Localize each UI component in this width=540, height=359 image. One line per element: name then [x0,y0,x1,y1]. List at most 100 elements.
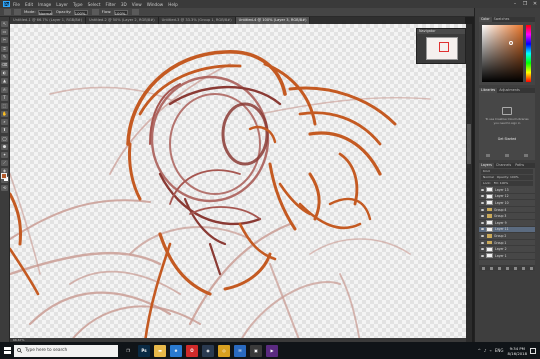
blend-mode-select[interactable]: Normal [483,175,494,179]
navigator-view-frame[interactable] [439,42,449,52]
tab-document-2[interactable]: Untitled-2 @ 50% (Layer 2, RGB/8#) [86,17,159,24]
link-layers-icon[interactable] [481,266,485,270]
lasso-tool-icon[interactable]: ✂ [1,37,8,44]
layer-row[interactable]: Group 3 [479,213,535,220]
mode-select[interactable]: Normal [37,9,53,16]
eraser-tool-icon[interactable]: ⌫ [1,61,8,68]
tab-color[interactable]: Color [479,17,492,22]
layer-style-icon[interactable] [489,266,493,270]
file-explorer-icon[interactable]: ▬ [154,344,166,357]
navigator-thumbnail[interactable] [426,37,458,60]
visibility-eye-icon[interactable] [481,195,484,198]
photoshop-icon[interactable]: Ps [138,344,150,357]
library-delete-icon[interactable] [523,153,528,157]
action-center-icon[interactable] [530,347,536,354]
menu-view[interactable]: View [132,2,142,7]
opacity-input[interactable]: 100% [73,9,88,16]
mail-icon[interactable]: ✉ [234,344,246,357]
brush-preset-icon[interactable] [4,9,11,15]
store-icon[interactable]: ▣ [250,344,262,357]
menu-filter[interactable]: Filter [105,2,115,7]
shape-tool-icon[interactable]: ◯ [1,135,8,142]
history-brush-icon[interactable]: ⟲ [1,184,8,191]
menu-file[interactable]: File [13,2,20,7]
taskbar-search-box[interactable]: Type here to search [14,344,118,357]
tab-channels[interactable]: Channels [494,163,513,168]
healing-tool-icon[interactable]: ✦ [1,152,8,158]
visibility-eye-icon[interactable] [481,248,484,251]
volume-icon[interactable]: ♪ [484,348,487,353]
menu-3d[interactable]: 3D [121,2,127,7]
layer-row[interactable]: Layer 10 [479,200,535,207]
move-tool-icon[interactable]: ↖ [1,21,8,27]
layer-filter-kind[interactable]: Kind [481,169,533,174]
tab-adjustments[interactable]: Adjustments [497,88,522,93]
zoom-tool-icon[interactable]: ⌕ [1,119,8,126]
visibility-eye-icon[interactable] [481,221,484,224]
tab-document-1[interactable]: Untitled-1 @ 66.7% (Layer 1, RGB/8#) [10,17,87,24]
tray-overflow-icon[interactable]: ^ [478,348,481,353]
type-tool-icon[interactable]: T [1,94,8,101]
visibility-eye-icon[interactable] [481,228,484,231]
layer-row[interactable]: Group 1 [479,240,535,247]
layer-row[interactable]: Group 4 [479,207,535,214]
airbrush-icon[interactable] [131,9,139,15]
delete-layer-icon[interactable] [529,266,533,270]
tab-document-4[interactable]: Untitled-4 @ 100% (Layer 3, RGB/8#) [235,17,311,24]
path-select-tool-icon[interactable]: ⬚ [1,102,8,109]
menu-image[interactable]: Image [38,2,51,7]
color-picker-ring[interactable] [509,41,513,45]
steam-icon[interactable]: ◉ [202,344,214,357]
adjustment-layer-icon[interactable] [505,266,509,270]
menu-window[interactable]: Window [147,2,164,7]
edge-icon[interactable]: e [170,344,182,357]
layer-row[interactable]: Layer 2 [479,246,535,253]
marquee-tool-icon[interactable]: ▭ [1,29,8,36]
visibility-eye-icon[interactable] [481,201,484,204]
hand-tool-icon[interactable]: ✋ [1,111,8,118]
menu-layer[interactable]: Layer [56,2,68,7]
brush-size-icon[interactable] [14,9,21,15]
document-canvas[interactable] [10,24,466,342]
close-button[interactable]: ✕ [530,1,540,7]
opera-icon[interactable]: O [186,344,198,357]
menu-help[interactable]: Help [168,2,178,7]
visibility-eye-icon[interactable] [481,241,484,244]
visibility-eye-icon[interactable] [481,234,484,237]
minimize-button[interactable]: – [510,1,520,7]
layer-row[interactable]: Group 2 [479,233,535,240]
visibility-eye-icon[interactable] [481,254,484,257]
pen-tool-icon[interactable]: ✍ [1,86,8,93]
brush-tool-icon[interactable]: ✎ [1,53,8,60]
menu-type[interactable]: Type [73,2,83,7]
tab-layers[interactable]: Layers [479,163,494,168]
quick-mask-icon[interactable]: ⬆ [1,127,8,134]
new-layer-icon[interactable] [521,266,525,270]
new-group-icon[interactable] [513,266,517,270]
taskbar-clock[interactable]: 9:34 PM 8/16/2018 [508,346,527,356]
tab-libraries[interactable]: Libraries [479,88,498,93]
chrome-icon[interactable]: ◎ [218,344,230,357]
canvas-vertical-scrollbar[interactable] [466,24,472,342]
layer-row[interactable]: Layer 12 [479,193,535,201]
layer-opacity[interactable]: Opacity: 100% [497,175,519,179]
color-picker-field[interactable] [482,25,523,82]
language-indicator[interactable]: ENG [495,348,504,353]
foreground-color-swatch[interactable] [1,173,7,179]
flow-input[interactable]: 100% [113,9,128,16]
tab-paths[interactable]: Paths [513,163,526,168]
menu-select[interactable]: Select [88,2,101,7]
visibility-eye-icon[interactable] [481,208,484,211]
tab-swatches[interactable]: Swatches [492,17,512,22]
hue-slider[interactable] [526,25,531,82]
pressure-opacity-icon[interactable] [91,9,99,15]
network-icon[interactable]: ⌁ [489,348,491,353]
layer-row[interactable]: Layer 1 [479,253,535,260]
layer-row[interactable]: Layer 11 [479,226,535,234]
library-cloud-icon[interactable] [504,153,509,157]
crop-tool-icon[interactable]: ⌗ [1,45,8,52]
layer-row[interactable]: Layer 13 [479,187,535,194]
tab-document-3[interactable]: Untitled-3 @ 33.3% (Group 1, RGB/8#) [158,17,236,24]
sharpen-tool-icon[interactable]: ▲ [1,78,8,85]
media-icon[interactable]: ▶ [266,344,278,357]
